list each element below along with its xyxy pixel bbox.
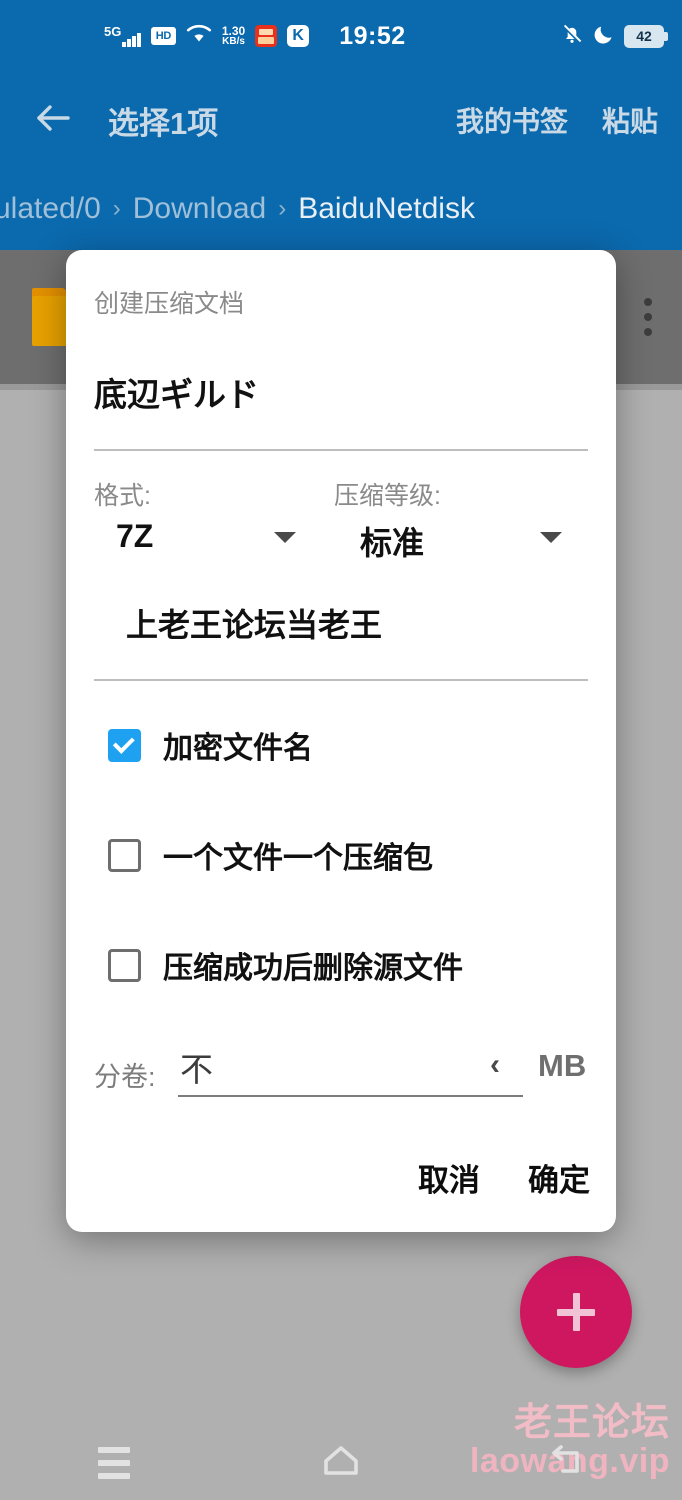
nav-home-button[interactable]: [298, 1435, 384, 1491]
status-bar-right-icons: 42: [560, 22, 668, 51]
k-app-icon: K: [287, 25, 310, 47]
add-fab-button[interactable]: [520, 1256, 632, 1368]
system-navigation-bar: [0, 1426, 682, 1500]
dialog-title: 创建压缩文档: [94, 290, 245, 318]
dialog-actions: 取消 确定: [418, 1155, 590, 1200]
moon-icon: [593, 23, 615, 50]
nav-recents-button[interactable]: [71, 1435, 157, 1491]
format-select-value[interactable]: 7Z: [116, 518, 153, 555]
checkbox-box-checked[interactable]: [108, 728, 141, 762]
breadcrumb-separator: ›: [112, 195, 121, 222]
breadcrumb-item-2[interactable]: BaiduNetdisk: [298, 192, 475, 226]
hd-icon: HD: [150, 27, 176, 45]
netspeed-unit: KB/s: [222, 36, 245, 48]
chevron-down-icon[interactable]: [540, 532, 562, 543]
network-type-label: 5G: [104, 24, 122, 39]
confirm-button[interactable]: 确定: [528, 1155, 590, 1200]
checkbox-label: 一个文件一个压缩包: [163, 842, 433, 875]
mute-bell-icon: [560, 22, 584, 51]
split-volume-input[interactable]: 不: [180, 1043, 213, 1091]
checkbox-one-archive-per-file[interactable]: 一个文件一个压缩包: [108, 833, 433, 877]
checkbox-box-unchecked[interactable]: [108, 948, 141, 982]
home-icon: [318, 1441, 364, 1486]
status-bar: 5G HD 1.30 KB/s K 19:52 42: [0, 0, 682, 72]
split-volume-unit: MB: [538, 1048, 587, 1083]
split-volume-underline: [178, 1095, 523, 1097]
page-title: 选择1项: [108, 105, 219, 141]
checkbox-box-unchecked[interactable]: [108, 838, 141, 872]
app-toolbar: 选择1项 我的书签 粘贴: [0, 72, 682, 168]
archive-name-input[interactable]: 底辺ギルド: [94, 368, 588, 416]
archive-name-underline: [94, 449, 588, 451]
status-bar-clock: 19:52: [339, 21, 406, 50]
status-bar-left-icons: 5G HD 1.30 KB/s K 19:52: [104, 22, 406, 51]
checkbox-encrypt-filenames[interactable]: 加密文件名: [108, 723, 313, 767]
battery-icon: 42: [624, 24, 668, 48]
cancel-button[interactable]: 取消: [418, 1155, 480, 1200]
split-volume-label: 分卷:: [94, 1062, 156, 1092]
menu-icon: [97, 1447, 130, 1479]
compression-level-select-value[interactable]: 标准: [360, 518, 424, 564]
breadcrumb-item-1[interactable]: Download: [133, 192, 266, 226]
chevron-left-icon[interactable]: ‹: [490, 1048, 500, 1082]
create-archive-dialog: 创建压缩文档 底辺ギルド 格式: 7Z 压缩等级: 标准 上老王论坛当老王 加密…: [66, 250, 616, 1232]
breadcrumb: ulated/0 › Download › BaiduNetdisk: [0, 168, 682, 250]
checkbox-label: 加密文件名: [163, 732, 313, 765]
toolbar-action-paste[interactable]: 粘贴: [602, 100, 658, 140]
breadcrumb-item-0[interactable]: ulated/0: [0, 192, 101, 226]
format-label: 格式:: [94, 482, 151, 510]
more-vertical-icon[interactable]: [644, 298, 652, 336]
back-arrow-icon: [545, 1441, 591, 1486]
signal-strength-bars: [122, 33, 141, 47]
wifi-icon: [186, 24, 212, 49]
password-input[interactable]: 上老王论坛当老王: [126, 600, 588, 646]
netspeed-icon: 1.30 KB/s: [222, 25, 245, 47]
arrow-left-icon: [34, 101, 74, 140]
nav-back-button[interactable]: [525, 1435, 611, 1491]
phone-screen: 5G HD 1.30 KB/s K 19:52 42 选择1项 我的书签 粘贴 …: [0, 0, 682, 1500]
signal-bars-icon: 5G: [104, 25, 141, 47]
compression-level-label: 压缩等级:: [334, 482, 441, 510]
toolbar-action-bookmarks[interactable]: 我的书签: [456, 100, 568, 140]
chevron-down-icon[interactable]: [274, 532, 296, 543]
checkbox-delete-source-after[interactable]: 压缩成功后删除源文件: [108, 943, 463, 987]
breadcrumb-separator: ›: [278, 195, 287, 222]
password-underline: [94, 679, 588, 681]
battery-percent-label: 42: [636, 28, 652, 44]
toolbar-back-button[interactable]: [26, 92, 82, 148]
toolbar-actions: 我的书签 粘贴: [456, 100, 658, 140]
checkbox-label: 压缩成功后删除源文件: [163, 952, 463, 985]
red-app-icon: [255, 25, 278, 47]
